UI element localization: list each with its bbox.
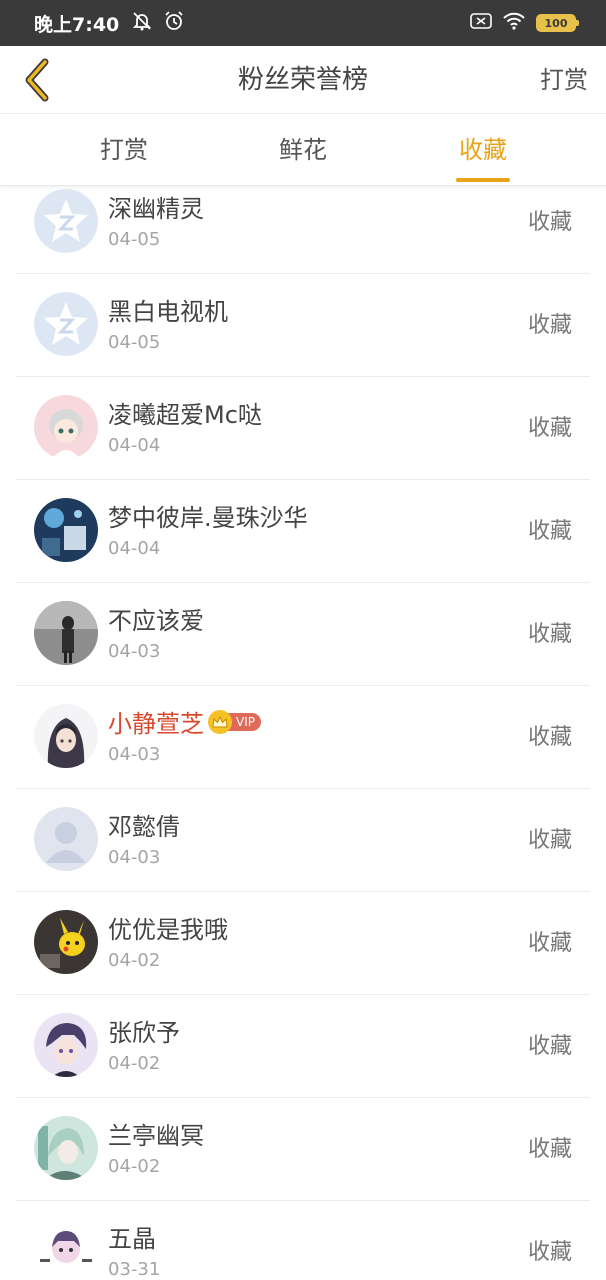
fan-date: 04-05	[108, 332, 161, 353]
fan-date: 04-02	[108, 950, 161, 971]
fan-action: 收藏	[527, 828, 572, 853]
fan-date: 04-02	[108, 1156, 161, 1177]
hooded-boy-avatar[interactable]	[34, 704, 98, 768]
alarm-icon	[163, 10, 185, 36]
list-item[interactable]: 黑白电视机 04-05 收藏	[16, 274, 590, 377]
fan-date: 04-03	[108, 744, 161, 765]
green-anime-avatar[interactable]	[34, 1116, 98, 1180]
list-item[interactable]: 张欣予 04-02 收藏	[16, 995, 590, 1098]
tab-tip[interactable]: 打赏	[54, 114, 194, 186]
fan-action: 收藏	[527, 1240, 572, 1265]
list-item[interactable]: 五晶 03-31 收藏	[16, 1201, 590, 1280]
fan-name: 凌曦超爱Mc哒	[108, 401, 262, 429]
fan-name: 优优是我哦	[108, 916, 228, 944]
tab-label: 打赏	[100, 136, 148, 164]
fan-action: 收藏	[527, 931, 572, 956]
fan-name: 不应该爱	[108, 607, 204, 635]
fan-date: 04-04	[108, 538, 161, 559]
anime-boy-avatar[interactable]	[34, 1013, 98, 1077]
fan-name: 兰亭幽冥	[108, 1122, 204, 1150]
status-time: 晚上7:40	[34, 13, 120, 36]
pikachu-avatar[interactable]	[34, 910, 98, 974]
fan-action: 收藏	[527, 1137, 572, 1162]
list-item[interactable]: 优优是我哦 04-02 收藏	[16, 892, 590, 995]
default-qq-avatar[interactable]	[34, 292, 98, 356]
anime-girl-avatar[interactable]	[34, 395, 98, 459]
vip-badge: VIP	[208, 709, 261, 734]
mute-bell-icon	[131, 10, 153, 36]
fan-action: 收藏	[527, 416, 572, 441]
default-qq-avatar[interactable]	[34, 189, 98, 253]
fan-name: 黑白电视机	[108, 298, 228, 326]
street-photo-avatar[interactable]	[34, 601, 98, 665]
sim-off-icon	[470, 12, 492, 34]
tab-flowers[interactable]: 鲜花	[233, 114, 373, 186]
crown-icon	[208, 709, 232, 734]
tab-bar: 打赏 鲜花 收藏	[0, 114, 606, 186]
fan-name: 小静萱芝 VIP	[108, 704, 261, 739]
fan-date: 04-04	[108, 435, 161, 456]
fan-action: 收藏	[527, 313, 572, 338]
active-tab-indicator	[456, 178, 510, 182]
list-item[interactable]: 兰亭幽冥 04-02 收藏	[16, 1098, 590, 1201]
status-bar: 晚上7:40 100	[0, 0, 606, 46]
list-item[interactable]: 凌曦超爱Mc哒 04-04 收藏	[16, 377, 590, 480]
list-item[interactable]: 邓懿倩 04-03 收藏	[16, 789, 590, 892]
list-item[interactable]: 梦中彼岸.曼珠沙华 04-04 收藏	[16, 480, 590, 583]
tip-button[interactable]: 打赏	[540, 46, 588, 114]
fan-name: 深幽精灵	[108, 195, 204, 223]
fan-action: 收藏	[527, 519, 572, 544]
list-item[interactable]: 小静萱芝 VIP 04-03 收藏	[16, 686, 590, 789]
night-scene-avatar[interactable]	[34, 498, 98, 562]
battery-icon: 100	[536, 14, 579, 32]
fan-name: 五晶	[108, 1225, 156, 1253]
app-header: 粉丝荣誉榜 打赏	[0, 46, 606, 114]
fan-date: 04-05	[108, 229, 161, 250]
fan-action: 收藏	[527, 622, 572, 647]
wifi-icon	[502, 11, 526, 35]
fan-action: 收藏	[527, 210, 572, 235]
fan-action: 收藏	[527, 1034, 572, 1059]
fan-list[interactable]: 深幽精灵 04-05 收藏 黑白电视机 04-05 收藏 凌曦超爱Mc哒 04-…	[0, 186, 606, 1280]
fan-name-text: 小静萱芝	[108, 710, 204, 738]
default-person-avatar[interactable]	[34, 807, 98, 871]
fan-name: 梦中彼岸.曼珠沙华	[108, 504, 308, 532]
fan-name: 张欣予	[108, 1019, 180, 1047]
fan-action: 收藏	[527, 725, 572, 750]
fan-date: 03-31	[108, 1259, 161, 1280]
page-title: 粉丝荣誉榜	[237, 65, 368, 95]
tab-label: 收藏	[459, 136, 507, 164]
fan-date: 04-03	[108, 847, 161, 868]
list-item[interactable]: 深幽精灵 04-05 收藏	[16, 186, 590, 274]
fan-name: 邓懿倩	[108, 813, 180, 841]
list-item[interactable]: 不应该爱 04-03 收藏	[16, 583, 590, 686]
fan-date: 04-03	[108, 641, 161, 662]
tab-label: 鲜花	[279, 136, 327, 164]
chibi-avatar[interactable]	[34, 1219, 98, 1280]
tab-favorites[interactable]: 收藏	[413, 114, 553, 186]
fan-date: 04-02	[108, 1053, 161, 1074]
